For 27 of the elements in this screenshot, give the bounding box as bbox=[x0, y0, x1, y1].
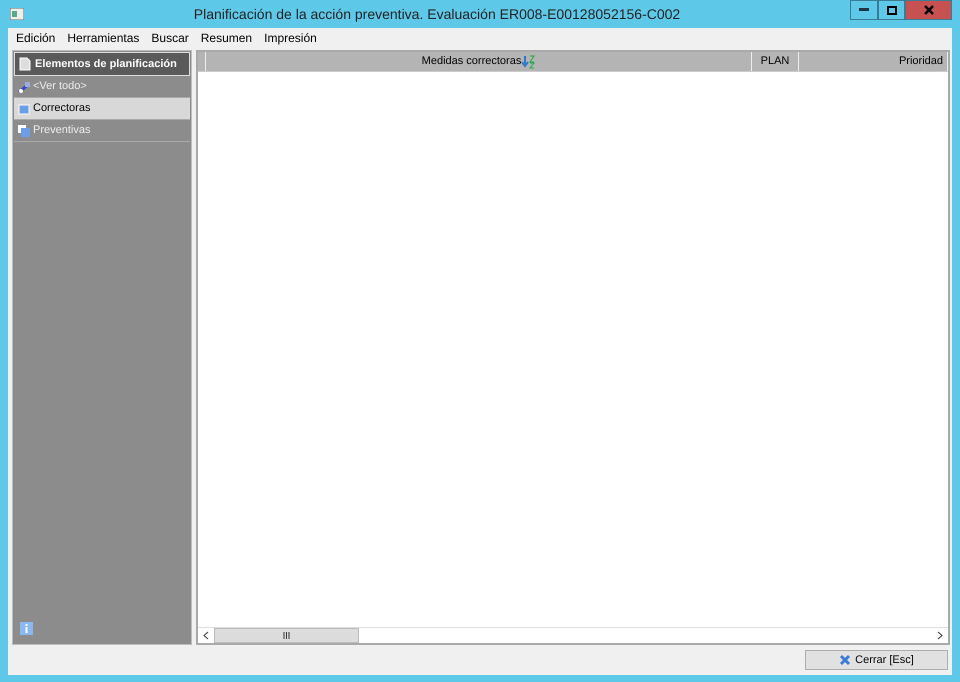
sidebar-item[interactable]: Correctoras bbox=[14, 98, 190, 120]
info-icon bbox=[20, 622, 33, 635]
maximize-button[interactable] bbox=[878, 0, 905, 20]
menu-item[interactable]: Impresión bbox=[258, 29, 323, 45]
menu-item[interactable]: Edición bbox=[10, 29, 62, 45]
minimize-icon bbox=[859, 8, 869, 12]
column-header[interactable]: PLAN bbox=[752, 52, 799, 71]
minimize-button[interactable] bbox=[850, 0, 878, 20]
menu-item[interactable]: Herramientas bbox=[61, 29, 146, 45]
scroll-right-icon[interactable] bbox=[937, 631, 943, 640]
column-header[interactable]: Prioridad bbox=[799, 52, 948, 71]
sort-icon bbox=[521, 54, 536, 68]
close-button[interactable] bbox=[905, 0, 952, 20]
sidebar-title: Elementos de planificación bbox=[35, 56, 177, 72]
horizontal-scrollbar[interactable] bbox=[198, 627, 948, 643]
app-icon bbox=[10, 8, 24, 20]
menu-item[interactable]: Resumen bbox=[194, 29, 258, 45]
close-icon bbox=[839, 654, 852, 666]
maximize-icon bbox=[886, 6, 896, 14]
scroll-left-icon[interactable] bbox=[203, 631, 209, 640]
window-title: Planificación de la acción preventiva. Evaluación ER008-E00128052156-C002 bbox=[192, 4, 682, 24]
close-icon bbox=[924, 5, 934, 15]
close-button[interactable]: Cerrar [Esc] bbox=[805, 650, 948, 670]
column-header[interactable]: Medidas correctoras bbox=[206, 52, 752, 71]
menu-item[interactable]: Buscar bbox=[145, 29, 195, 45]
scrollbar-thumb[interactable] bbox=[214, 628, 359, 643]
document-icon bbox=[19, 57, 31, 71]
